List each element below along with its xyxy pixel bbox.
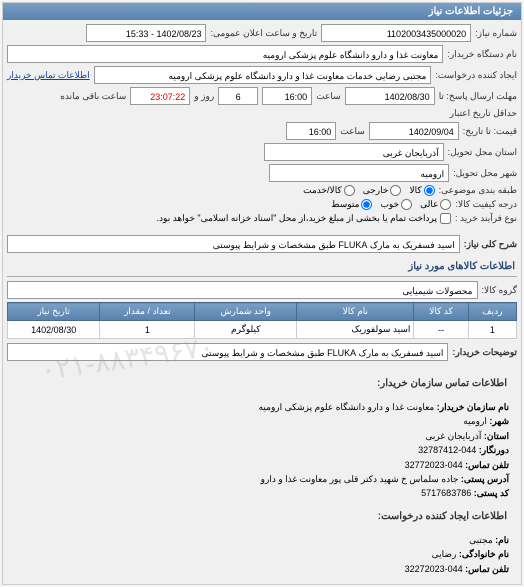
deadline-date-field: 1402/08/30	[345, 87, 435, 105]
validity-date-field: 1402/09/04	[369, 122, 459, 140]
remain-time-field: 23:07:22	[130, 87, 190, 105]
addr-value: جاده سلماس خ شهید دکتر قلی پور معاونت غذ…	[261, 474, 459, 484]
fname-label: نام:	[495, 535, 509, 545]
postal-label: کد پستی:	[474, 488, 509, 498]
td-code: --	[414, 321, 468, 339]
lname-value: رضایی	[432, 549, 457, 559]
announce-label: تاریخ و ساعت اعلان عمومی:	[210, 28, 317, 39]
td-name: اسید سولفوریک	[297, 321, 414, 339]
validity-label: حداقل تاریخ اعتبار	[437, 108, 517, 119]
buyer-field: معاونت غذا و دارو دانشگاه علوم پزشکی ارو…	[7, 45, 443, 63]
radio-good[interactable]: خوب	[380, 199, 412, 210]
th-unit: واحد شمارش	[195, 303, 297, 321]
goods-group-field: محصولات شیمیایی	[7, 281, 478, 299]
postal-value: 5717683786	[421, 488, 471, 498]
time-label-1: ساعت	[316, 91, 341, 102]
buyer-desc-field: اسید فسفریک به مارک FLUKA طبق مشخصات و ش…	[7, 343, 448, 361]
deadline-time-field: 16:00	[262, 87, 312, 105]
buyer-contact-link[interactable]: اطلاعات تماس خریدار	[7, 70, 90, 81]
goods-group-label: گروه کالا:	[482, 285, 517, 296]
quality-radios: عالی خوب متوسط	[331, 199, 451, 210]
radio-excellent-input[interactable]	[440, 199, 451, 210]
validity-time-field: 16:00	[286, 122, 336, 140]
city-value: ارومیه	[463, 416, 487, 426]
radio-goods-input[interactable]	[424, 185, 435, 196]
time-label-2: ساعت	[340, 126, 365, 137]
th-qty: تعداد / مقدار	[100, 303, 195, 321]
dvr-label: دورنگار:	[479, 445, 509, 455]
buy-process-checkbox-input[interactable]	[440, 213, 451, 224]
delivery-city-label: شهر محل تحویل:	[453, 168, 517, 179]
buy-process-note: پرداخت تمام یا بخشی از مبلغ خرید،از محل …	[157, 213, 437, 224]
deadline-label: مهلت ارسال پاسخ: تا	[439, 91, 517, 102]
days-label: روز و	[194, 91, 214, 102]
td-unit: کیلوگرم	[195, 321, 297, 339]
tel-label: تلفن تماس:	[465, 460, 509, 470]
buy-process-label: نوع فرآیند خرید :	[455, 213, 517, 224]
th-date: تاریخ نیاز	[8, 303, 100, 321]
fname-value: مجتبی	[469, 535, 493, 545]
delivery-province-label: استان محل تحویل:	[448, 147, 517, 158]
remain-label: ساعت باقی مانده	[60, 91, 126, 102]
delivery-province-field: آذربایجان غربی	[264, 143, 444, 161]
lname-label: نام خانوادگی:	[459, 549, 509, 559]
buyer-label: نام دستگاه خریدار:	[447, 49, 517, 60]
td-qty: 1	[100, 321, 195, 339]
th-row: ردیف	[468, 303, 516, 321]
need-title-label: شرح کلی نیاز:	[464, 239, 517, 250]
validity-from-label: قیمت: تا تاریخ:	[463, 126, 517, 137]
buy-process-checkbox[interactable]: پرداخت تمام یا بخشی از مبلغ خرید،از محل …	[157, 213, 451, 224]
radio-goods[interactable]: کالا	[409, 185, 434, 196]
announce-field: 1402/08/23 - 15:33	[86, 24, 206, 42]
need-title-field: اسید فسفریک به مارک FLUKA طبق مشخصات و ش…	[7, 235, 460, 253]
org-label: نام سازمان خریدار:	[437, 402, 509, 412]
radio-foreign-input[interactable]	[390, 185, 401, 196]
tel2-value: 044-32272023	[405, 564, 463, 574]
goods-section-title: اطلاعات کالاهای مورد نیاز	[7, 257, 517, 277]
radio-excellent[interactable]: عالی	[420, 199, 451, 210]
days-field: 6	[218, 87, 258, 105]
radio-service[interactable]: کالا/خدمت	[303, 185, 355, 196]
addr-label: آدرس پستی:	[461, 474, 509, 484]
th-name: نام کالا	[297, 303, 414, 321]
dvr-value: 044-32787412	[418, 445, 476, 455]
delivery-city-field: ارومیه	[269, 164, 449, 182]
radio-medium[interactable]: متوسط	[331, 199, 372, 210]
th-code: کد کالا	[414, 303, 468, 321]
creator-label: ایجاد کننده درخواست:	[435, 70, 517, 81]
td-date: 1402/08/30	[8, 321, 100, 339]
buyer-desc-label: توضیحات خریدار:	[452, 347, 517, 358]
radio-service-input[interactable]	[344, 185, 355, 196]
table-header-row: ردیف کد کالا نام کالا واحد شمارش تعداد /…	[8, 303, 517, 321]
org-value: معاونت غذا و دارو دانشگاه علوم پزشکی ارو…	[259, 402, 435, 412]
contact-section2-title: اطلاعات ایجاد کننده درخواست:	[15, 505, 509, 529]
tel2-label: تلفن تماس:	[465, 564, 509, 574]
td-idx: 1	[468, 321, 516, 339]
group-type-radios: کالا خارجی کالا/خدمت	[303, 185, 435, 196]
city-label: شهر:	[489, 416, 509, 426]
request-no-label: شماره نیاز:	[475, 28, 517, 39]
group-type-label: طبقه بندی موضوعی:	[439, 185, 517, 196]
table-row[interactable]: 1 -- اسید سولفوریک کیلوگرم 1 1402/08/30	[8, 321, 517, 339]
creator-field: مجتبی رضایی خدمات معاونت غذا و دارو دانش…	[94, 66, 432, 84]
radio-good-input[interactable]	[401, 199, 412, 210]
radio-foreign[interactable]: خارجی	[363, 185, 402, 196]
radio-medium-input[interactable]	[361, 199, 372, 210]
priority-label: درجه کیفیت کالا:	[455, 199, 517, 210]
province-label: استان:	[484, 431, 509, 441]
panel-title: جزئیات اطلاعات نیاز	[3, 3, 521, 20]
province-value: آذربایجان غربی	[425, 431, 481, 441]
contact-section1-title: اطلاعات تماس سازمان خریدار:	[15, 372, 509, 396]
tel-value: 044-32772023	[405, 460, 463, 470]
request-no-field: 1102003435000020	[321, 24, 471, 42]
goods-table: ردیف کد کالا نام کالا واحد شمارش تعداد /…	[7, 302, 517, 339]
